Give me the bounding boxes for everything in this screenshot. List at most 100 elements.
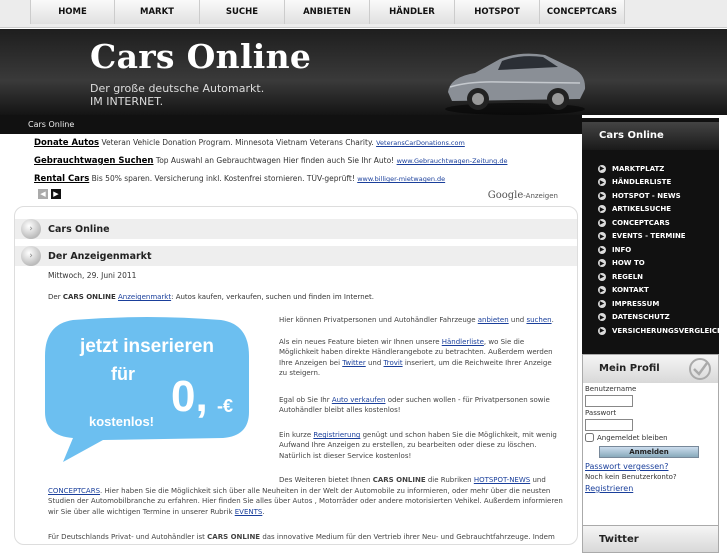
google-brand: Google [487,190,524,201]
sidebar-item-versicherungsvergleich[interactable]: ▶ VERSICHERUNGSVERGLEICH [598,324,723,338]
section-header: › Cars Online [15,219,577,239]
arrow-right-icon: ▶ [598,259,606,268]
username-label: Benutzername [585,385,637,393]
ad-next-arrow-icon[interactable]: ▶ [51,189,61,199]
sidebar-item-how-to[interactable]: ▶ HOW TO [598,257,723,271]
no-account-text: Noch kein Benutzerkonto? [585,473,677,481]
arrow-right-icon: ▶ [598,245,606,254]
ad-item: Donate Autos Veteran Vehicle Donation Pr… [34,138,558,156]
sidebar-item-conceptcars[interactable]: ▶ CONCEPTCARS [598,216,723,230]
nav-home[interactable]: HOME [30,0,115,24]
sidebar-item-marktplatz[interactable]: ▶ MARKTPLATZ [598,162,723,176]
paragraph: Für Deutschlands Privat- und Autohändler… [48,533,555,541]
page-title: Der Anzeigenmarkt [48,250,152,262]
sidebar-item-events[interactable]: ▶ EVENTS - TERMINE [598,230,723,244]
ad-title-link[interactable]: Gebrauchtwagen Suchen [34,156,154,166]
ad-item: Gebrauchtwagen Suchen Top Auswahl an Geb… [34,156,558,174]
main-content: › Cars Online › Der Anzeigenmarkt Mittwoch… [14,206,578,545]
tagline-line-2: IM INTERNET. [90,95,164,108]
ad-url-link[interactable]: www.Gebrauchtwagen-Zeitung.de [397,157,508,165]
nav-anbieten[interactable]: ANBIETEN [285,0,370,24]
conceptcars-link[interactable]: CONCEPTCARS [48,487,100,495]
ad-title-link[interactable]: Rental Cars [34,174,89,184]
anbieten-link[interactable]: anbieten [478,316,509,324]
site-header: Cars Online Der große deutsche Automarkt… [0,29,727,115]
events-link[interactable]: EVENTS [235,508,263,516]
arrow-right-icon: ▶ [598,232,606,241]
nav-suche[interactable]: SUCHE [200,0,285,24]
paragraph: Hier können Privatpersonen und Autohändl… [279,316,554,324]
google-ads-label[interactable]: Google-Anzeigen [488,190,558,201]
ad-text: Top Auswahl an Gebrauchtwagen Hier finde… [155,156,395,165]
section-header: › Der Anzeigenmarkt [15,246,577,266]
register-link[interactable]: Registrieren [585,483,716,494]
sidebar-menu: ▶ MARKTPLATZ ▶ HÄNDLERLISTE ▶ HOTSPOT - NEW… [598,162,723,338]
sidebar-item-impressum[interactable]: ▶ IMPRESSUM [598,297,723,311]
trovit-link[interactable]: Trovit [384,359,403,367]
checkmark-icon [689,358,711,380]
ad-text: Bis 50% sparen. Versicherung inkl. Koste… [91,174,355,183]
profile-box: Mein Profil Benutzername Passwort Angeme… [582,354,719,545]
tagline-line-1: Der große deutsche Automarkt. [90,82,265,95]
sidebar-title: Cars Online [582,122,719,150]
nav-markt[interactable]: MARKT [115,0,200,24]
login-form: Benutzername Passwort Angemeldet bleiben… [583,383,718,496]
registrierung-link[interactable]: Registrierung [313,431,360,439]
nav-conceptcars[interactable]: CONCEPTCARS [540,0,625,24]
intro-text: Der CARS ONLINE Anzeigenmarkt: Autos kau… [48,293,374,301]
promo-line-2: für [111,364,135,384]
sidebar-item-kontakt[interactable]: ▶ KONTAKT [598,284,723,298]
arrow-right-icon: ▶ [598,178,606,187]
arrow-right-icon: ▶ [598,218,606,227]
auto-verkaufen-link[interactable]: Auto verkaufen [332,396,386,404]
paragraph: Des Weiteren bietet Ihnen CARS ONLINE di… [279,476,546,484]
ad-prev-arrow-icon[interactable]: ◀ [38,189,48,199]
site-logo-title[interactable]: Cars Online [90,37,311,76]
password-label: Passwort [585,409,617,417]
haendlerliste-link[interactable]: Händlerliste [442,338,484,346]
nav-hotspot[interactable]: HOTSPOT [455,0,540,24]
arrow-right-icon: ▶ [598,313,606,322]
promo-line-1: jetzt inserieren [79,336,214,357]
arrow-right-icon: ▶ [598,164,606,173]
suchen-link[interactable]: suchen [526,316,551,324]
promo-price-number: 0, [171,372,208,421]
nav-haendler[interactable]: HÄNDLER [370,0,455,24]
forgot-password-link[interactable]: Passwort vergessen? [585,461,716,472]
promo-price-suffix: -€ [217,396,233,416]
ad-pagination: ◀ ▶ [38,189,61,199]
hotspot-news-link[interactable]: HOTSPOT-NEWS [474,476,530,484]
sidebar-item-artikelsuche[interactable]: ▶ ARTIKELSUCHE [598,203,723,217]
ads-label: -Anzeigen [523,192,558,200]
sidebar-item-datenschutz[interactable]: ▶ DATENSCHUTZ [598,311,723,325]
sidebar-item-regeln[interactable]: ▶ REGELN [598,270,723,284]
arrow-right-icon: ▶ [598,286,606,295]
twitter-box-title: Twitter [582,525,719,553]
profile-title: Mein Profil [583,355,718,383]
anzeigenmarkt-link[interactable]: Anzeigenmarkt [118,293,171,301]
username-input[interactable] [585,395,633,407]
arrow-right-icon: ▶ [598,191,606,200]
sidebar-item-hotspot-news[interactable]: ▶ HOTSPOT - NEWS [598,189,723,203]
sidebar-item-haendlerliste[interactable]: ▶ HÄNDLERLISTE [598,176,723,190]
promo-line-3: kostenlos! [89,414,154,429]
paragraph: Egal ob Sie Ihr Auto verkaufen oder such… [279,396,550,415]
promo-bubble[interactable]: jetzt inserieren für 0, -€ kostenlos! [43,316,251,465]
twitter-link[interactable]: Twitter [342,359,365,367]
arrow-right-icon: ▶ [598,205,606,214]
ad-title-link[interactable]: Donate Autos [34,138,99,148]
ad-url-link[interactable]: www.billiger-mietwagen.de [357,175,445,183]
password-input[interactable] [585,419,633,431]
login-button[interactable]: Anmelden [599,446,699,458]
ad-url-link[interactable]: VeteransCarDonations.com [376,139,465,147]
section-bullet-icon: › [21,246,41,266]
arrow-right-icon: ▶ [598,272,606,281]
paragraph: Als ein neues Feature bieten wir Ihnen u… [279,338,553,377]
ad-text: Veteran Vehicle Donation Program. Minnes… [101,138,374,147]
google-ads-block: Donate Autos Veteran Vehicle Donation Pr… [34,138,558,202]
remember-me-checkbox[interactable] [585,433,594,442]
car-image [445,53,586,115]
sidebar-item-info[interactable]: ▶ INFO [598,243,723,257]
section-title: Cars Online [48,223,110,235]
remember-me: Angemeldet bleiben [585,433,716,442]
